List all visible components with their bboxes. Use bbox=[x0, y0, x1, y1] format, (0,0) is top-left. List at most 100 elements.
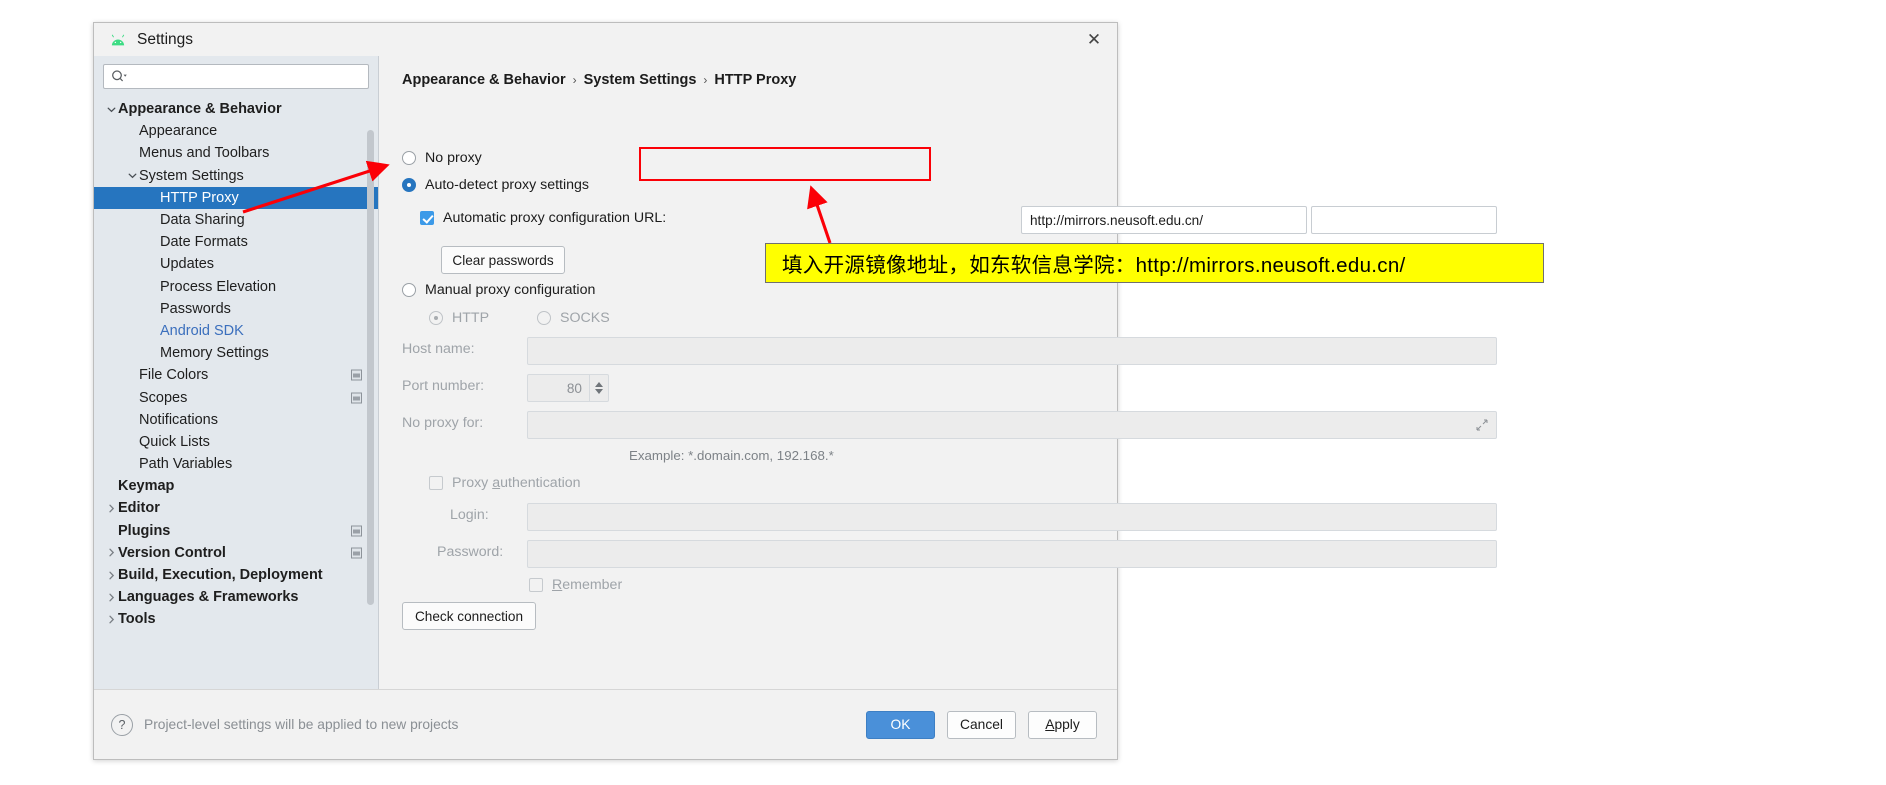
breadcrumb: Appearance & Behavior › System Settings … bbox=[402, 72, 796, 88]
settings-tree: Appearance & Behavior Appearance Menus and… bbox=[94, 95, 378, 631]
sidebar-item-system-settings[interactable]: System Settings bbox=[94, 165, 378, 187]
sidebar-item-label: Tools bbox=[118, 611, 156, 628]
auto-url-option[interactable]: Automatic proxy configuration URL: bbox=[420, 210, 666, 226]
sidebar-item-http-proxy[interactable]: HTTP Proxy bbox=[94, 186, 378, 209]
chevron-right-icon[interactable] bbox=[105, 569, 118, 582]
chevron-down-icon[interactable] bbox=[105, 103, 118, 116]
password-input[interactable] bbox=[527, 540, 1497, 568]
chevron-right-icon[interactable] bbox=[105, 591, 118, 604]
auto-url-label: Automatic proxy configuration URL: bbox=[443, 210, 667, 226]
sidebar-item-scopes[interactable]: Scopes bbox=[94, 386, 378, 408]
manual-proxy-radio[interactable] bbox=[402, 283, 416, 297]
sidebar-item-plugins[interactable]: Plugins bbox=[94, 520, 378, 542]
sidebar-item-date-formats[interactable]: Date Formats bbox=[94, 231, 378, 253]
sidebar-item-quick-lists[interactable]: Quick Lists bbox=[94, 431, 378, 453]
breadcrumb-item-system-settings[interactable]: System Settings bbox=[584, 72, 697, 88]
no-proxy-for-input[interactable] bbox=[527, 411, 1497, 439]
sidebar-item-appearance-behavior[interactable]: Appearance & Behavior bbox=[94, 98, 378, 120]
sidebar-item-keymap[interactable]: Keymap bbox=[94, 475, 378, 497]
sidebar-item-build-execution-deployment[interactable]: Build, Execution, Deployment bbox=[94, 564, 378, 586]
expand-icon[interactable] bbox=[1476, 419, 1488, 431]
search-input[interactable] bbox=[103, 64, 369, 89]
sidebar-item-passwords[interactable]: Passwords bbox=[94, 298, 378, 320]
protocol-http-option[interactable]: HTTP bbox=[429, 310, 489, 326]
proxy-auth-option[interactable]: Proxy authentication bbox=[429, 475, 581, 491]
protocol-socks-option[interactable]: SOCKS bbox=[537, 310, 610, 326]
chevron-right-icon[interactable] bbox=[105, 613, 118, 626]
host-name-label: Host name: bbox=[402, 341, 475, 357]
password-label: Password: bbox=[437, 544, 504, 560]
sidebar-item-menus-and-toolbars[interactable]: Menus and Toolbars bbox=[94, 142, 378, 164]
no-proxy-option[interactable]: No proxy bbox=[402, 150, 482, 166]
login-label: Login: bbox=[450, 507, 489, 523]
chevron-right-icon[interactable] bbox=[105, 546, 118, 559]
port-number-spinner[interactable] bbox=[589, 375, 608, 401]
spinner-up-icon[interactable] bbox=[595, 382, 603, 387]
check-connection-button[interactable]: Check connection bbox=[402, 602, 536, 630]
sidebar-item-label: Updates bbox=[160, 256, 215, 273]
remember-option[interactable]: Remember bbox=[529, 577, 622, 593]
sidebar-item-file-colors[interactable]: File Colors bbox=[94, 364, 378, 386]
protocol-socks-radio[interactable] bbox=[537, 311, 551, 325]
sidebar-item-label: Appearance bbox=[139, 123, 218, 140]
auto-detect-label: Auto-detect proxy settings bbox=[425, 177, 590, 193]
sidebar-item-memory-settings[interactable]: Memory Settings bbox=[94, 342, 378, 364]
dialog-title: Settings bbox=[137, 30, 194, 48]
port-number-stepper[interactable]: 80 bbox=[527, 374, 609, 402]
sidebar-item-android-sdk[interactable]: Android SDK bbox=[94, 320, 378, 342]
cancel-button[interactable]: Cancel bbox=[947, 710, 1016, 739]
spinner-down-icon[interactable] bbox=[595, 389, 603, 394]
sidebar-item-editor[interactable]: Editor bbox=[94, 497, 378, 519]
auto-detect-radio[interactable] bbox=[402, 178, 416, 192]
auto-url-extra-input[interactable] bbox=[1311, 206, 1497, 234]
dialog-body: Appearance & Behavior Appearance Menus and… bbox=[94, 56, 1497, 724]
auto-url-checkbox[interactable] bbox=[420, 211, 434, 225]
chevron-right-icon[interactable] bbox=[105, 502, 118, 515]
sidebar-scrollbar-thumb[interactable] bbox=[367, 130, 374, 605]
remember-checkbox[interactable] bbox=[529, 578, 543, 592]
breadcrumb-separator: › bbox=[703, 73, 708, 87]
no-proxy-radio[interactable] bbox=[402, 151, 416, 165]
sidebar-item-tools[interactable]: Tools bbox=[94, 608, 378, 630]
callout-annotation: 填入开源镜像地址，如东软信息学院：http://mirrors.neusoft.… bbox=[765, 243, 1544, 283]
sidebar-item-data-sharing[interactable]: Data Sharing bbox=[94, 209, 378, 231]
footer-buttons: OK Cancel Apply bbox=[866, 710, 1097, 739]
clear-passwords-button[interactable]: Clear passwords bbox=[441, 246, 565, 274]
chevron-down-icon[interactable] bbox=[126, 169, 139, 182]
sidebar-item-label: File Colors bbox=[139, 367, 209, 384]
sidebar-item-label: Quick Lists bbox=[139, 433, 210, 450]
proxy-auth-checkbox[interactable] bbox=[429, 476, 443, 490]
footer-note: Project-level settings will be applied t… bbox=[144, 717, 459, 732]
manual-proxy-option[interactable]: Manual proxy configuration bbox=[402, 282, 595, 298]
screenshot-root: Settings ✕ Appearance & Behavior Appearan… bbox=[0, 0, 1886, 785]
apply-button[interactable]: Apply bbox=[1028, 710, 1097, 739]
project-level-icon bbox=[351, 392, 362, 404]
auto-detect-option[interactable]: Auto-detect proxy settings bbox=[402, 177, 589, 193]
sidebar-item-process-elevation[interactable]: Process Elevation bbox=[94, 276, 378, 298]
breadcrumb-item-appearance[interactable]: Appearance & Behavior bbox=[402, 72, 566, 88]
sidebar-item-label: Scopes bbox=[139, 389, 188, 406]
sidebar-item-notifications[interactable]: Notifications bbox=[94, 409, 378, 431]
sidebar-scrollbar-track[interactable] bbox=[367, 92, 376, 612]
sidebar-item-version-control[interactable]: Version Control bbox=[94, 542, 378, 564]
sidebar-item-label: System Settings bbox=[139, 167, 244, 184]
ok-button[interactable]: OK bbox=[866, 710, 935, 739]
sidebar-item-path-variables[interactable]: Path Variables bbox=[94, 453, 378, 475]
no-proxy-for-label: No proxy for: bbox=[402, 415, 484, 431]
sidebar-item-appearance[interactable]: Appearance bbox=[94, 120, 378, 142]
close-icon[interactable]: ✕ bbox=[1075, 25, 1113, 55]
host-name-input[interactable] bbox=[527, 337, 1497, 365]
protocol-http-radio[interactable] bbox=[429, 311, 443, 325]
sidebar-item-languages-frameworks[interactable]: Languages & Frameworks bbox=[94, 586, 378, 608]
auto-url-input[interactable]: http://mirrors.neusoft.edu.cn/ bbox=[1021, 206, 1307, 234]
sidebar-item-updates[interactable]: Updates bbox=[94, 253, 378, 275]
help-icon[interactable]: ? bbox=[111, 713, 133, 736]
port-number-label: Port number: bbox=[402, 378, 485, 394]
login-input[interactable] bbox=[527, 503, 1497, 531]
manual-proxy-label: Manual proxy configuration bbox=[425, 282, 596, 298]
